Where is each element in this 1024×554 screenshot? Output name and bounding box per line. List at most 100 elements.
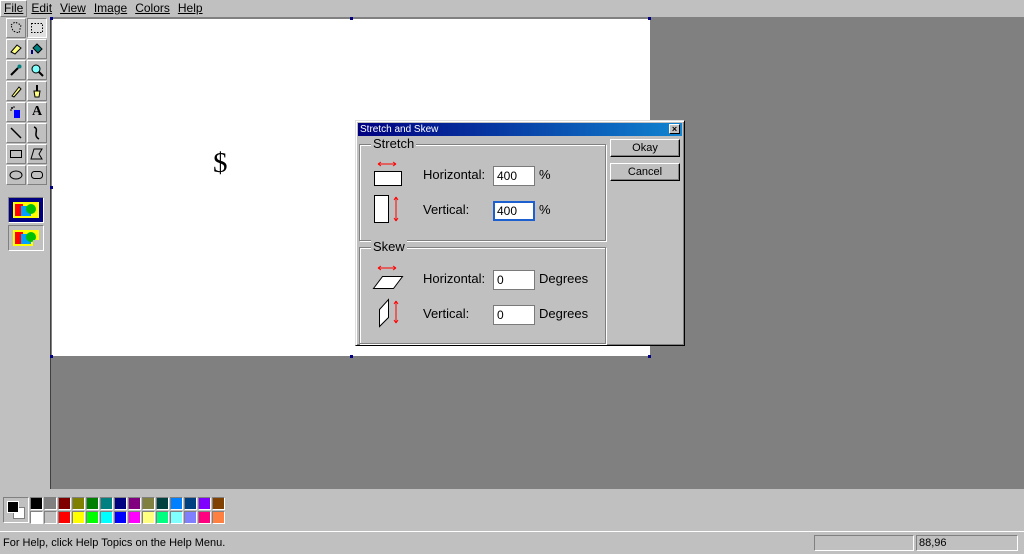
stretch-horizontal-label: Horizontal:: [423, 167, 486, 182]
palette-swatch[interactable]: [86, 511, 99, 524]
tool-line[interactable]: [6, 123, 26, 143]
tool-rounded-rect[interactable]: [27, 165, 47, 185]
tool-brush[interactable]: [27, 81, 47, 101]
foreground-color-swatch: [7, 501, 19, 513]
pencil-icon: [11, 86, 22, 98]
palette-swatch[interactable]: [170, 497, 183, 510]
palette-swatch[interactable]: [44, 497, 57, 510]
tool-polygon[interactable]: [27, 144, 47, 164]
skew-vertical-label: Vertical:: [423, 306, 470, 321]
palette-swatch[interactable]: [198, 497, 211, 510]
palette-swatch[interactable]: [128, 511, 141, 524]
tool-airbrush[interactable]: [6, 102, 26, 122]
current-colors: [3, 497, 29, 523]
palette-swatch[interactable]: [58, 511, 71, 524]
rect-select-icon: [31, 23, 43, 33]
status-coords: 88,96: [916, 535, 1018, 551]
opaque-shapes-icon: [13, 202, 39, 218]
palette-swatch[interactable]: [212, 511, 225, 524]
cancel-button[interactable]: Cancel: [610, 163, 680, 181]
skew-legend: Skew: [371, 239, 407, 254]
palette-swatch[interactable]: [156, 497, 169, 510]
palette-swatch[interactable]: [100, 497, 113, 510]
palette-swatch[interactable]: [114, 497, 127, 510]
palette-swatch[interactable]: [156, 511, 169, 524]
skew-vertical-icon: [379, 298, 399, 328]
palette-swatch[interactable]: [86, 497, 99, 510]
tool-pencil[interactable]: [6, 81, 26, 101]
dialog-titlebar[interactable]: Stretch and Skew ×: [358, 123, 682, 136]
option-transparent[interactable]: [8, 225, 44, 251]
curve-icon: [33, 126, 40, 140]
status-help-text: For Help, click Help Topics on the Help …: [3, 537, 226, 549]
tool-rectangle[interactable]: [6, 144, 26, 164]
skew-horizontal-label: Horizontal:: [423, 271, 486, 286]
palette-swatch[interactable]: [72, 497, 85, 510]
palette-swatch[interactable]: [72, 511, 85, 524]
menu-colors[interactable]: Colors: [131, 0, 174, 17]
option-opaque[interactable]: [8, 197, 44, 223]
palette-swatch[interactable]: [100, 511, 113, 524]
palette-swatch[interactable]: [30, 497, 43, 510]
skew-vertical-input[interactable]: 0: [493, 305, 535, 325]
palette-swatch[interactable]: [142, 511, 155, 524]
canvas-text: $: [213, 147, 228, 179]
palette-swatch[interactable]: [30, 511, 43, 524]
menu-bar: File Edit View Image Colors Help: [0, 0, 1024, 17]
tool-ellipse[interactable]: [6, 165, 26, 185]
tool-text[interactable]: A: [27, 102, 47, 122]
status-bar: For Help, click Help Topics on the Help …: [0, 531, 1024, 554]
resize-handle[interactable]: [350, 355, 353, 358]
palette-swatch[interactable]: [58, 497, 71, 510]
skew-horizontal-input[interactable]: 0: [493, 270, 535, 290]
resize-handle: [50, 186, 53, 189]
stretch-horizontal-input[interactable]: 400: [493, 166, 535, 186]
free-select-icon: [10, 21, 22, 34]
palette-swatch[interactable]: [142, 497, 155, 510]
ellipse-icon: [9, 170, 23, 180]
skew-vertical-unit: Degrees: [539, 306, 589, 321]
color-picker-icon: [10, 64, 22, 76]
stretch-vertical-label: Vertical:: [423, 202, 470, 217]
palette-swatch[interactable]: [114, 511, 127, 524]
tool-curve[interactable]: [27, 123, 47, 143]
stretch-skew-dialog: Stretch and Skew × Stretch Horizontal: 4…: [355, 120, 685, 346]
airbrush-icon: [10, 106, 20, 118]
stretch-vertical-icon: [374, 195, 399, 223]
resize-handle: [648, 17, 651, 20]
tool-rect-select[interactable]: [27, 18, 47, 38]
stretch-legend: Stretch: [371, 136, 417, 151]
tool-fill[interactable]: [27, 39, 47, 59]
menu-edit[interactable]: Edit: [27, 0, 56, 17]
brush-icon: [33, 85, 41, 98]
menu-view[interactable]: View: [56, 0, 90, 17]
menu-help[interactable]: Help: [174, 0, 207, 17]
palette-swatch[interactable]: [198, 511, 211, 524]
line-icon: [10, 127, 22, 139]
stretch-vertical-unit: %: [539, 202, 551, 217]
tool-free-select[interactable]: [6, 18, 26, 38]
status-section-empty: [814, 535, 914, 551]
tool-eraser[interactable]: [6, 39, 26, 59]
dialog-title: Stretch and Skew: [360, 124, 439, 135]
palette-swatch[interactable]: [170, 511, 183, 524]
menu-image[interactable]: Image: [90, 0, 131, 17]
okay-button[interactable]: Okay: [610, 139, 680, 157]
stretch-horizontal-unit: %: [539, 167, 551, 182]
stretch-horizontal-icon: [374, 161, 402, 186]
palette-swatch[interactable]: [184, 497, 197, 510]
tool-magnifier[interactable]: [27, 60, 47, 80]
tool-color-picker[interactable]: [6, 60, 26, 80]
menu-file[interactable]: File: [0, 0, 28, 17]
palette-swatch[interactable]: [128, 497, 141, 510]
skew-horizontal-unit: Degrees: [539, 271, 589, 286]
palette-swatch[interactable]: [44, 511, 57, 524]
close-icon[interactable]: ×: [669, 124, 680, 134]
palette-swatch[interactable]: [212, 497, 225, 510]
magnifier-icon: [31, 64, 44, 77]
palette-swatch[interactable]: [184, 511, 197, 524]
text-icon: A: [31, 104, 43, 119]
stretch-vertical-input[interactable]: 400: [493, 201, 535, 221]
resize-handle[interactable]: [648, 355, 651, 358]
resize-handle: [50, 355, 53, 358]
